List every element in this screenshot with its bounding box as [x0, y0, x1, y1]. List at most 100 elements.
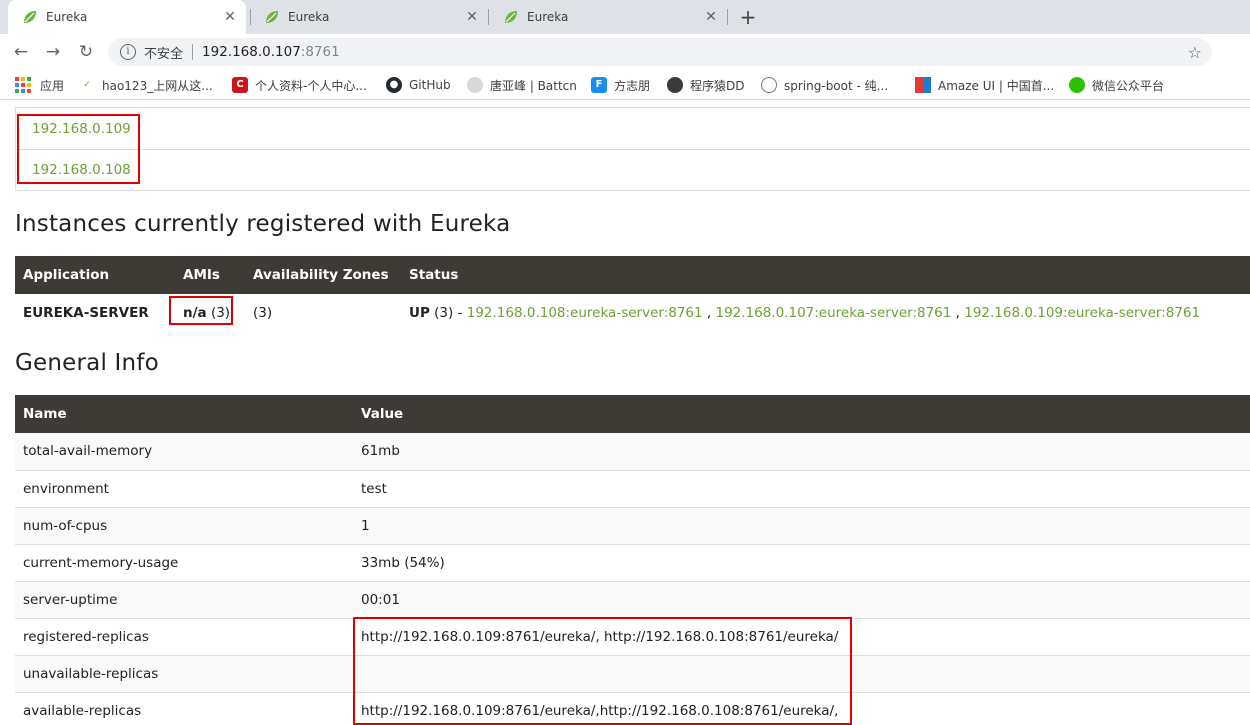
avatar-icon: [467, 77, 483, 93]
replica-item: 192.168.0.109: [16, 108, 1250, 149]
bookmark-label: 方志朋: [614, 78, 651, 93]
info-name: num-of-cpus: [15, 506, 353, 544]
bookmark-battcn[interactable]: 唐亚峰 | Battcn: [467, 75, 577, 95]
info-icon[interactable]: i: [120, 44, 136, 60]
tab-title: Eureka: [46, 10, 88, 24]
url-host: 192.168.0.107: [202, 44, 301, 60]
github-icon: ●: [386, 77, 402, 93]
bookmark-label: 应用: [40, 78, 65, 93]
instance-link[interactable]: 192.168.0.109:eureka-server:8761: [964, 305, 1200, 321]
apps-grid-icon: [15, 77, 31, 93]
reload-icon[interactable]: ↻: [74, 40, 98, 64]
bookmark-label: 微信公众平台: [1092, 78, 1165, 93]
tab-divider: [727, 9, 728, 25]
forward-arrow-icon[interactable]: →: [41, 40, 65, 64]
globe-icon: [761, 77, 777, 93]
url-port: :8761: [300, 44, 340, 60]
bookmark-fangzhipeng[interactable]: F 方志朋: [591, 75, 650, 95]
bookmark-chengxuyuan[interactable]: 程序猿DD: [667, 75, 744, 95]
info-value: 00:01: [353, 580, 1250, 618]
bookmark-apps[interactable]: 应用: [15, 75, 64, 95]
instances-heading: Instances currently registered with Eure…: [15, 211, 511, 237]
bookmark-label: 唐亚峰 | Battcn: [490, 78, 577, 93]
close-tab-icon[interactable]: ✕: [222, 9, 238, 25]
column-header: Value: [353, 395, 1250, 433]
browser-toolbar: ← → ↻ i 不安全 192.168.0.107:8761 ☆ i: [0, 34, 1250, 95]
status-count: (3) -: [429, 304, 467, 321]
f-icon: F: [591, 77, 607, 93]
info-value: 33mb (54%): [353, 543, 1250, 581]
column-header: Name: [15, 395, 353, 433]
bookmark-amaze-ui[interactable]: Amaze UI | 中国首...: [915, 75, 1054, 95]
eureka-dashboard: 192.168.0.109 192.168.0.108 Instances cu…: [0, 101, 1250, 725]
amaze-icon: [915, 77, 931, 93]
highlight-box: [169, 296, 233, 325]
info-name: current-memory-usage: [15, 543, 353, 581]
highlight-box: [17, 114, 140, 184]
general-info-heading: General Info: [15, 350, 159, 376]
close-tab-icon[interactable]: ✕: [703, 9, 719, 25]
table-row: environment test: [15, 469, 1250, 507]
info-name: registered-replicas: [15, 617, 353, 655]
info-value: 61mb: [353, 433, 1250, 470]
bookmark-hao123[interactable]: ✓ hao123_上网从这...: [79, 75, 213, 95]
hao123-icon: ✓: [79, 77, 95, 93]
table-row: num-of-cpus 1: [15, 506, 1250, 544]
status-up: UP: [409, 304, 430, 321]
back-arrow-icon[interactable]: ←: [9, 40, 33, 64]
info-name: unavailable-replicas: [15, 654, 353, 692]
bookmark-label: 程序猿DD: [690, 78, 745, 93]
column-header: Status: [401, 256, 1250, 294]
table-header-row: Application AMIs Availability Zones Stat…: [15, 256, 1250, 294]
bookmark-github[interactable]: ● GitHub: [386, 75, 451, 95]
bookmark-label: Amaze UI | 中国首...: [938, 78, 1055, 93]
zones-cell: (3): [253, 304, 273, 321]
new-tab-button[interactable]: +: [736, 5, 760, 29]
application-name: EUREKA-SERVER: [23, 304, 149, 321]
spring-leaf-icon: [505, 11, 517, 23]
instance-link[interactable]: 192.168.0.107:eureka-server:8761: [715, 305, 951, 321]
replica-item: 192.168.0.108: [16, 149, 1250, 190]
instance-link[interactable]: 192.168.0.108:eureka-server:8761: [467, 305, 703, 321]
bookmarks-bar: 应用 ✓ hao123_上网从这... C 个人资料-个人中心... ● Git…: [0, 70, 1250, 100]
info-name: total-avail-memory: [15, 433, 353, 470]
spring-leaf-icon: [266, 11, 278, 23]
column-header: Availability Zones: [245, 256, 401, 294]
bookmark-label: 个人资料-个人中心...: [255, 78, 367, 93]
status-cell: UP (3) - 192.168.0.108:eureka-server:876…: [401, 294, 1250, 331]
bookmark-spring-boot[interactable]: spring-boot - 纯...: [761, 75, 888, 95]
bookmark-wechat[interactable]: 微信公众平台: [1069, 75, 1164, 95]
column-header: AMIs: [175, 256, 245, 294]
wechat-icon: [1069, 77, 1085, 93]
table-row: total-avail-memory 61mb: [15, 433, 1250, 470]
bookmark-csdn[interactable]: C 个人资料-个人中心...: [232, 75, 367, 95]
bookmark-label: spring-boot - 纯...: [784, 78, 889, 93]
ds-replicas-list: 192.168.0.109 192.168.0.108: [15, 107, 1250, 191]
link-separator: ,: [951, 304, 965, 321]
address-divider: [192, 44, 194, 60]
highlight-box: [353, 617, 852, 725]
bookmark-label: hao123_上网从这...: [102, 78, 213, 93]
table-row: server-uptime 00:01: [15, 580, 1250, 618]
tab-title: Eureka: [527, 10, 569, 24]
tab-strip: Eureka ✕ Eureka ✕ Eureka ✕ +: [0, 0, 1250, 34]
avatar-icon: [667, 77, 683, 93]
close-tab-icon[interactable]: ✕: [464, 9, 480, 25]
table-header-row: Name Value: [15, 395, 1250, 433]
security-label: 不安全: [144, 46, 184, 62]
info-name: available-replicas: [15, 691, 353, 725]
info-name: server-uptime: [15, 580, 353, 618]
csdn-icon: C: [232, 77, 248, 93]
tab-eureka-1[interactable]: Eureka ✕: [8, 0, 246, 34]
bookmark-label: GitHub: [409, 78, 451, 92]
spring-leaf-icon: [24, 11, 36, 23]
bookmark-star-icon[interactable]: ☆: [1188, 43, 1202, 62]
application-cell: EUREKA-SERVER: [15, 294, 175, 331]
table-row: current-memory-usage 33mb (54%): [15, 543, 1250, 581]
tab-eureka-2[interactable]: Eureka ✕: [250, 0, 488, 34]
tab-eureka-3[interactable]: Eureka ✕: [489, 0, 727, 34]
info-value: 1: [353, 506, 1250, 544]
info-name: environment: [15, 469, 353, 507]
link-separator: ,: [702, 304, 716, 321]
address-bar[interactable]: i 不安全 192.168.0.107:8761 ☆: [108, 38, 1212, 66]
